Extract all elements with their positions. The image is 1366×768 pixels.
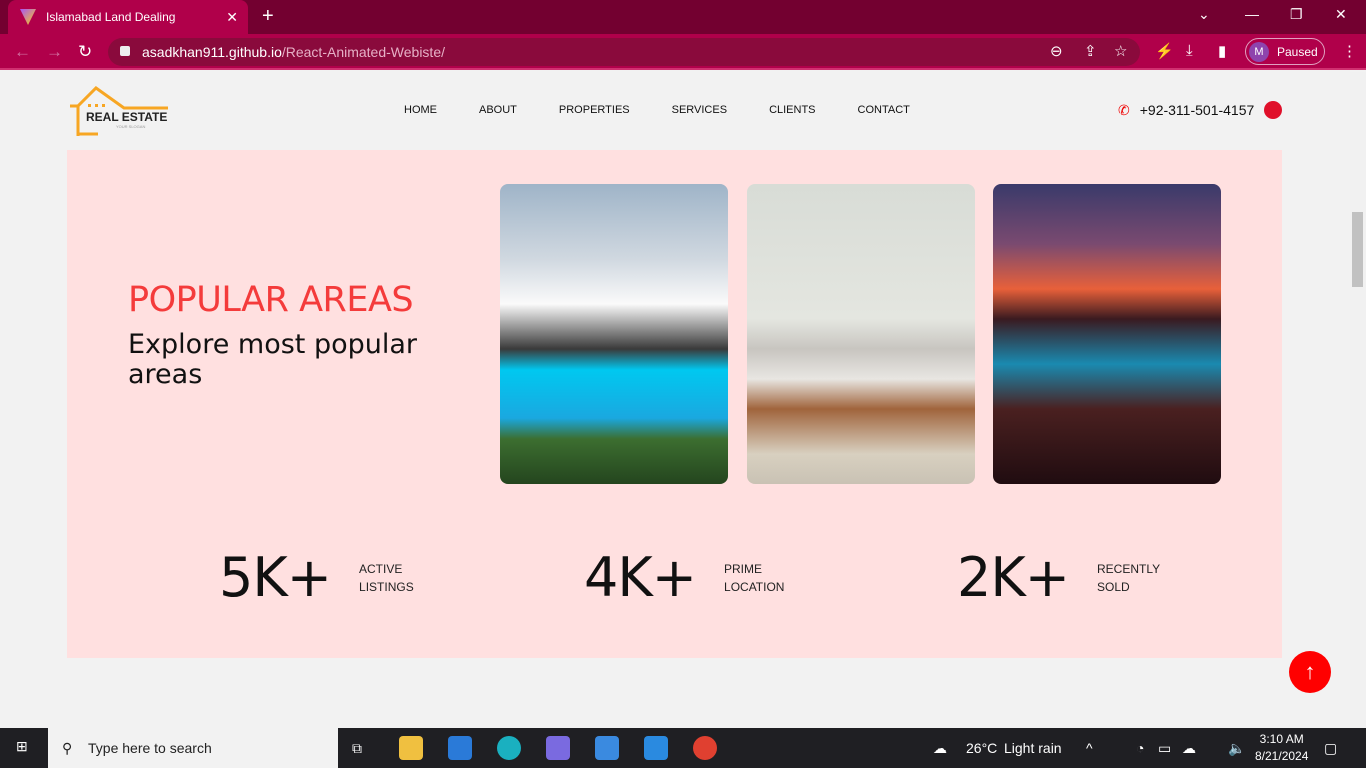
store-icon[interactable] xyxy=(595,736,619,760)
zoom-icon[interactable]: ⊖ xyxy=(1050,42,1063,60)
sunset-pool-image xyxy=(993,184,1221,484)
url-path: /React-Animated-Webiste/ xyxy=(281,44,445,60)
stat-label: ACTIVE LISTINGS xyxy=(359,561,414,594)
avatar: M xyxy=(1249,41,1269,62)
stat-label: RECENTLY SOLD xyxy=(1097,561,1161,594)
forward-icon[interactable]: → xyxy=(46,42,63,62)
browser-tab[interactable]: Islamabad Land Dealing ✕ xyxy=(8,0,248,34)
windows-taskbar: ⊞ ⚲ Type here to search ⧉ ☁ 26°C Light ra… xyxy=(0,728,1366,768)
windows-start-icon[interactable]: ⊞ xyxy=(16,738,28,755)
main-nav: HOME ABOUT PROPERTIES SERVICES CLIENTS C… xyxy=(404,104,952,116)
phone-number: +92-311-501-4157 xyxy=(1139,102,1255,118)
side-panel-icon[interactable]: ▮ xyxy=(1218,42,1226,60)
stat-value: 2K+ xyxy=(957,546,1070,609)
page-scrollbar[interactable] xyxy=(1350,72,1366,728)
logo[interactable]: REAL ESTATE YOUR SLOGAN xyxy=(66,86,170,138)
profile-button[interactable]: M Paused xyxy=(1245,38,1325,65)
nav-about[interactable]: ABOUT xyxy=(479,104,517,116)
wifi-icon[interactable]: ◔ xyxy=(1136,740,1144,756)
address-bar[interactable]: asadkhan911.github.io/React-Animated-Web… xyxy=(108,38,1140,66)
search-placeholder: Type here to search xyxy=(88,740,212,756)
download-icon[interactable]: ⤓ xyxy=(1186,42,1193,59)
stat-label: PRIME LOCATION xyxy=(724,561,785,594)
stat-prime-location: 4K+ PRIME LOCATION xyxy=(584,546,794,609)
stat-value: 5K+ xyxy=(219,546,332,609)
nav-contact[interactable]: CONTACT xyxy=(858,104,910,116)
web-page: REAL ESTATE YOUR SLOGAN HOME ABOUT PROPE… xyxy=(0,72,1350,728)
nav-services[interactable]: SERVICES xyxy=(672,104,727,116)
reload-icon[interactable]: ↻ xyxy=(78,42,92,62)
battery-icon[interactable]: ▭ xyxy=(1158,740,1171,757)
logo-slogan: YOUR SLOGAN xyxy=(116,124,146,129)
menu-icon[interactable]: ⋮ xyxy=(1342,42,1357,60)
user-icon[interactable] xyxy=(1264,101,1283,119)
living-room-image xyxy=(747,184,975,484)
phone-icon: ✆ xyxy=(1118,101,1130,118)
back-icon[interactable]: ← xyxy=(14,42,31,62)
villa-pool-image xyxy=(500,184,728,484)
mail-icon[interactable] xyxy=(448,736,472,760)
logo-title: REAL ESTATE xyxy=(86,110,168,124)
profile-status: Paused xyxy=(1277,44,1318,59)
show-hidden-icons[interactable]: ^ xyxy=(1086,740,1093,756)
lock-icon xyxy=(120,46,130,56)
site-favicon-icon xyxy=(20,9,36,25)
stat-recently-sold: 2K+ RECENTLY SOLD xyxy=(957,546,1167,609)
stat-value: 4K+ xyxy=(584,546,697,609)
close-tab-icon[interactable]: ✕ xyxy=(226,9,238,26)
new-tab-button[interactable]: + xyxy=(262,5,274,28)
popular-areas-section: POPULAR AREAS Explore most popular areas… xyxy=(67,150,1282,658)
task-view-icon[interactable]: ⧉ xyxy=(352,740,362,757)
tab-title: Islamabad Land Dealing xyxy=(46,10,176,24)
date: 8/21/2024 xyxy=(1255,749,1309,763)
nav-properties[interactable]: PROPERTIES xyxy=(559,104,630,116)
tab-search-icon[interactable]: ⌄ xyxy=(1198,6,1210,23)
chrome-icon[interactable] xyxy=(693,736,717,760)
weather-text[interactable]: Light rain xyxy=(1004,740,1062,756)
taskbar-search[interactable]: ⚲ Type here to search xyxy=(48,728,338,768)
tab-strip: Islamabad Land Dealing ✕ + ⌄ — ❐ ✕ xyxy=(0,0,1366,34)
restore-button[interactable]: ❐ xyxy=(1290,6,1303,23)
copilot-icon[interactable] xyxy=(546,736,570,760)
vscode-icon[interactable] xyxy=(644,736,668,760)
phone-contact[interactable]: ✆ +92-311-501-4157 xyxy=(1118,101,1283,119)
bookmark-star-icon[interactable]: ☆ xyxy=(1114,42,1127,60)
scroll-to-top-button[interactable]: ↑ xyxy=(1289,651,1331,693)
temperature[interactable]: 26°C xyxy=(966,740,997,756)
section-heading: POPULAR AREAS xyxy=(128,280,414,320)
url-host: asadkhan911.github.io xyxy=(142,44,282,60)
scrollbar-thumb[interactable] xyxy=(1352,212,1363,287)
notifications-icon[interactable]: ▢ xyxy=(1324,740,1337,757)
minimize-button[interactable]: — xyxy=(1245,6,1259,22)
stat-active-listings: 5K+ ACTIVE LISTINGS xyxy=(219,546,429,609)
nav-clients[interactable]: CLIENTS xyxy=(769,104,815,116)
edge-icon[interactable] xyxy=(497,736,521,760)
share-icon[interactable]: ⇪ xyxy=(1084,42,1097,60)
time: 3:10 AM xyxy=(1259,732,1304,746)
file-explorer-icon[interactable] xyxy=(399,736,423,760)
volume-icon[interactable]: 🔈 xyxy=(1228,740,1245,757)
extension-icon[interactable]: ⚡ xyxy=(1155,42,1174,60)
section-subheading: Explore most popular areas xyxy=(128,329,418,390)
search-icon: ⚲ xyxy=(62,739,73,756)
weather-icon: ☁ xyxy=(933,740,947,756)
browser-toolbar: ← → ↻ asadkhan911.github.io/React-Animat… xyxy=(0,34,1366,70)
nav-home[interactable]: HOME xyxy=(404,104,437,116)
onedrive-icon[interactable]: ☁ xyxy=(1182,740,1196,757)
clock[interactable]: 3:10 AM 8/21/2024 xyxy=(1255,731,1308,765)
close-window-button[interactable]: ✕ xyxy=(1335,6,1347,23)
